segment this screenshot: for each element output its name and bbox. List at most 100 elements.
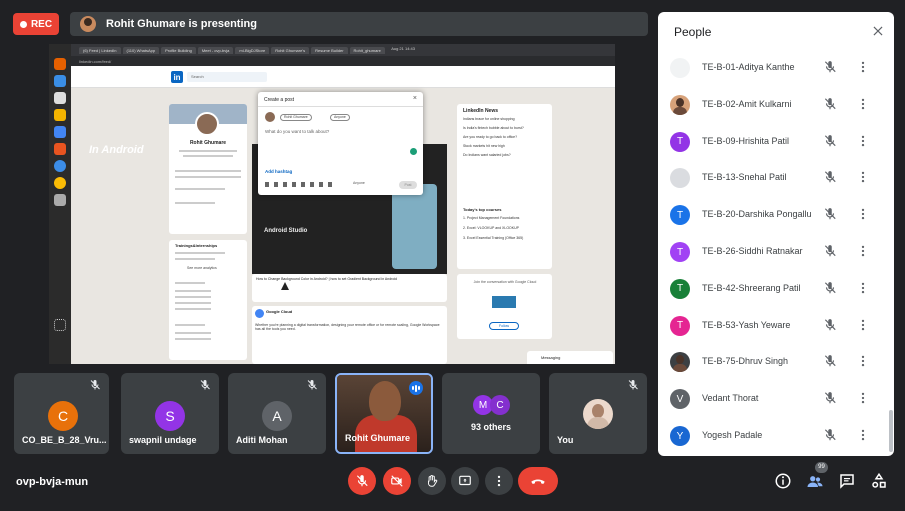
more-options-icon[interactable] <box>858 134 868 148</box>
participant-row[interactable]: T TE-B-09-Hrishita Patil <box>658 124 894 160</box>
post-prompt: What do you want to talk about? <box>265 129 330 134</box>
browser-tab-strip: (6) Feed | LinkedIn (110) WhatsApp Profile… <box>49 44 615 56</box>
participant-row[interactable]: T TE-B-42-Shreerang Patil <box>658 271 894 307</box>
participant-name: TE-B-13-Snehal Patil <box>702 172 787 183</box>
mic-off-icon <box>823 60 837 74</box>
participant-name: Rohit Ghumare <box>345 433 411 443</box>
participant-row[interactable]: TE-B-13-Snehal Patil <box>658 160 894 196</box>
raise-hand-button[interactable] <box>418 467 446 495</box>
close-icon[interactable] <box>871 24 885 38</box>
mic-off-icon <box>823 354 837 368</box>
courses-title: Today's top courses <box>463 207 502 212</box>
participant-name: TE-B-53-Yash Yeware <box>702 319 791 330</box>
more-options-icon[interactable] <box>858 354 868 368</box>
more-options-icon[interactable] <box>858 207 868 221</box>
scrollbar[interactable] <box>889 410 893 452</box>
people-panel: People TE-B-01-Aditya Kanthe TE-B-02-Amit… <box>658 12 894 456</box>
mic-off-icon <box>823 428 837 442</box>
participant-name: TE-B-75-Dhruv Singh <box>702 356 789 367</box>
participant-avatar: Y <box>670 426 690 446</box>
mic-off-icon <box>823 318 837 332</box>
author-pill: Rohit Ghumare <box>280 114 312 121</box>
more-options-icon[interactable] <box>858 170 868 184</box>
participant-name: TE-B-01-Aditya Kanthe <box>702 62 795 72</box>
present-icon <box>459 475 471 486</box>
browser-tab: Rohit_ghumare <box>349 46 385 54</box>
participant-row[interactable]: Y Yogesh Padale <box>658 418 894 454</box>
profile-avatar <box>195 112 219 136</box>
participant-avatar: T <box>670 315 690 336</box>
app-grid-icon <box>54 319 66 331</box>
anyone-label: Anyone <box>353 181 365 185</box>
participant-tile-speaking[interactable]: Rohit Ghumare <box>335 373 433 454</box>
presenting-text: Rohit Ghumare is presenting <box>106 18 257 30</box>
more-options-icon[interactable] <box>858 244 868 258</box>
participant-name: Yogesh Padale <box>702 430 763 440</box>
info-icon[interactable] <box>774 472 792 490</box>
browser-address-bar: linkedin.com/feed/ <box>49 56 615 66</box>
participant-name: TE-B-26-Siddhi Ratnakar <box>702 246 803 256</box>
mic-off-icon <box>823 97 837 111</box>
mic-toggle-button[interactable] <box>348 467 376 495</box>
self-tile[interactable]: You <box>549 373 647 454</box>
more-options-icon[interactable] <box>858 97 868 111</box>
mic-off-icon <box>823 134 837 148</box>
mic-off-icon <box>356 475 368 487</box>
participant-row[interactable]: T TE-B-20-Darshika Pongallu <box>658 197 894 233</box>
participant-name: Vedant Thorat <box>702 393 759 404</box>
browser-tab: (110) WhatsApp <box>122 46 160 54</box>
camera-toggle-button[interactable] <box>383 467 411 495</box>
post-author: Google Cloud <box>266 309 293 314</box>
participant-tile[interactable]: A Aditi Mohan <box>228 373 326 454</box>
more-options-icon[interactable] <box>858 318 868 332</box>
post-text: Whether you're planning a digital transf… <box>255 323 440 331</box>
ad-card: Join the conversation with Google Cloud … <box>457 274 552 339</box>
participant-row[interactable]: TE-B-02-Amit Kulkarni <box>658 87 894 123</box>
profile-name: Rohit Ghumare <box>189 140 227 146</box>
shared-screen: (6) Feed | LinkedIn (110) WhatsApp Profile… <box>49 44 615 364</box>
others-tile[interactable]: M C 93 others <box>442 373 540 454</box>
left-card: Trainings&Internships See more analytics <box>169 240 247 360</box>
participant-row[interactable]: TE-B-75-Dhruv Singh <box>658 344 894 380</box>
browser-tab: Meet - ovp-bvja <box>197 46 234 54</box>
recording-badge: REC <box>13 13 59 35</box>
more-options-icon[interactable] <box>858 428 868 442</box>
participant-row[interactable]: V Vedant Thorat <box>658 381 894 417</box>
mic-off-icon <box>823 207 837 221</box>
news-title: LinkedIn News <box>463 108 499 114</box>
activities-icon[interactable] <box>870 472 888 490</box>
app-icon <box>54 75 66 87</box>
more-options-icon[interactable] <box>858 60 868 74</box>
participant-row[interactable]: T TE-B-53-Yash Yeware <box>658 308 894 344</box>
participant-avatar: T <box>670 278 690 299</box>
google-cloud-icon <box>255 309 264 318</box>
participant-tile[interactable]: S swapnil undage <box>121 373 219 454</box>
browser-tab: (6) Feed | LinkedIn <box>79 46 121 54</box>
chrome-icon <box>54 177 66 189</box>
participant-name: TE-B-09-Hrishita Patil <box>702 135 790 146</box>
linkedin-logo-icon: in <box>171 71 183 83</box>
more-options-icon[interactable] <box>858 281 868 295</box>
participants-count-badge: 99 <box>815 462 828 473</box>
feed-post: Google Cloud Whether you're planning a d… <box>252 306 447 364</box>
participant-avatar: T <box>670 242 690 262</box>
participant-avatar: T <box>670 131 690 152</box>
present-screen-button[interactable] <box>451 467 479 495</box>
trash-icon <box>54 194 66 206</box>
more-options-button[interactable] <box>485 467 513 495</box>
close-icon: × <box>412 95 417 102</box>
participant-name: CO_BE_B_28_Vru... <box>22 435 107 445</box>
participant-row[interactable]: T TE-B-26-Siddhi Ratnakar <box>658 234 894 270</box>
hand-icon <box>428 474 438 487</box>
participant-avatar <box>670 352 690 373</box>
participant-avatar: V <box>670 389 690 410</box>
chat-icon[interactable] <box>838 472 856 490</box>
emoji-icon <box>410 148 417 155</box>
participant-tile[interactable]: C CO_BE_B_28_Vru... <box>14 373 109 454</box>
leave-call-button[interactable] <box>518 467 558 495</box>
avatar: S <box>155 401 185 431</box>
people-icon[interactable] <box>806 472 824 490</box>
participant-row[interactable]: TE-B-01-Aditya Kanthe <box>658 50 894 86</box>
participant-avatar: T <box>670 205 690 226</box>
more-options-icon[interactable] <box>858 391 868 405</box>
